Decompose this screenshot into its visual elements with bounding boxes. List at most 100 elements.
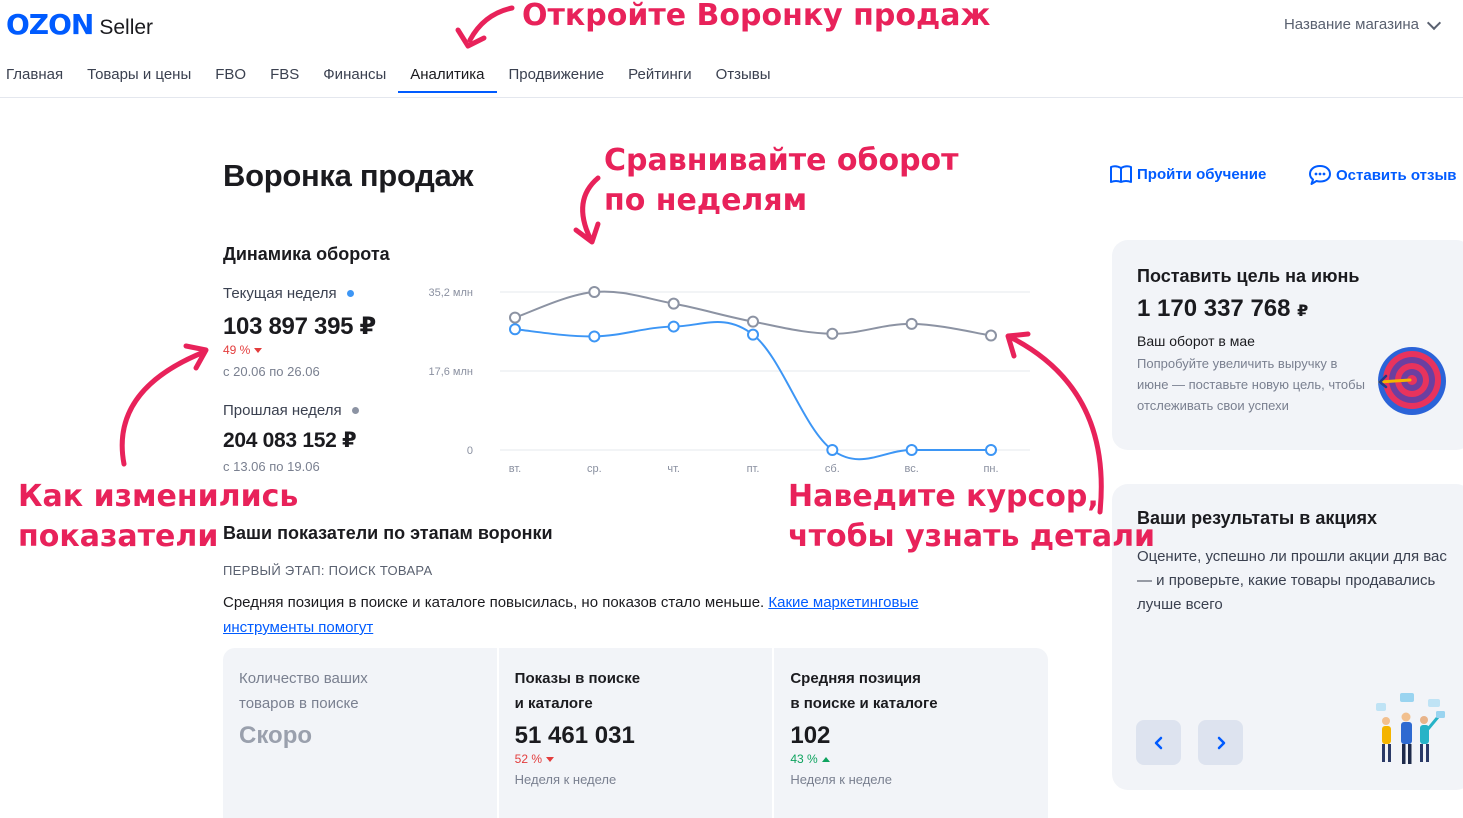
training-link[interactable]: Пройти обучение (1109, 164, 1266, 184)
previous-week-label: Прошлая неделя (223, 402, 342, 419)
annotation-compare-line2: по неделям (604, 183, 808, 218)
funnel-cards: Количество ваших товаров в поиске Скоро … (223, 648, 1049, 818)
chevron-right-icon (1217, 736, 1225, 749)
carousel-prev-button[interactable] (1136, 720, 1181, 765)
training-link-label: Пройти обучение (1137, 165, 1267, 183)
card-value: Скоро (239, 722, 313, 749)
card-title: Количество ваших товаров в поиске (239, 670, 368, 712)
data-point (826, 327, 839, 340)
current-week-value: 103 897 395 ₽ (223, 313, 376, 340)
arrow-up-icon (821, 756, 830, 762)
annotation-indicators-line2: показатели (18, 519, 219, 554)
arrow-to-chart-icon (580, 175, 601, 241)
data-point (985, 444, 997, 456)
series-line-1 (514, 321, 991, 461)
chat-bubble-icon (1309, 165, 1331, 185)
book-icon (1110, 165, 1132, 183)
nav-ratings[interactable]: Рейтинги (616, 66, 703, 93)
card-value: 51 461 031 (514, 722, 635, 749)
nav-promotion[interactable]: Продвижение (497, 66, 617, 93)
current-week-change-value: 49 % (223, 343, 251, 357)
x-tick-label: сб. (825, 463, 840, 475)
target-icon (1378, 347, 1446, 415)
funnel-description-text: Средняя позиция в поиске и каталоге повы… (223, 594, 769, 611)
data-point (509, 323, 521, 336)
previous-week-dot (351, 407, 359, 414)
x-tick-label: вс. (905, 463, 919, 475)
people-illustration (1376, 693, 1445, 764)
funnel-stage: ПЕРВЫЙ ЭТАП: ПОИСК ТОВАРА (223, 563, 433, 578)
card-change-value: 43 % (790, 752, 818, 766)
chevron-down-icon (1426, 15, 1442, 30)
promo-results-panel: Ваши результаты в акциях Оцените, успешн… (1112, 484, 1463, 790)
card-average-position[interactable]: Средняя позиция в поиске и каталоге 102 … (774, 648, 1049, 818)
dynamics-title: Динамика оборота (223, 244, 390, 264)
main-nav: Главная Товары и цены FBO FBS Финансы Ан… (6, 66, 783, 93)
data-point (509, 311, 521, 324)
shop-name: Название магазина (1283, 16, 1419, 33)
card-change-value: 52 % (514, 752, 543, 766)
carousel-next-button[interactable] (1198, 720, 1243, 765)
card-impressions[interactable]: Показы в поиске и каталоге 51 461 031 52… (498, 648, 773, 818)
chevron-left-icon (1154, 736, 1162, 749)
funnel-description: Средняя позиция в поиске и каталоге повы… (223, 590, 1013, 640)
funnel-title: Ваши показатели по этапам воронки (223, 523, 553, 543)
x-tick-label: пт. (747, 463, 760, 475)
logo-brand: OZON (6, 8, 94, 41)
promo-panel-text: Оцените, успешно ли прошли акции для вас… (1137, 548, 1447, 613)
promo-panel-title: Ваши результаты в акциях (1137, 508, 1378, 528)
arrow-down-icon (546, 756, 555, 762)
goal-amount-row: 1 170 337 768 ₽ (1137, 295, 1447, 323)
card-products-in-search[interactable]: Количество ваших товаров в поиске Скоро (223, 648, 497, 818)
goal-panel[interactable]: Поставить цель на июнь 1 170 337 768 ₽ В… (1112, 240, 1463, 450)
current-week-change: 49 % (223, 343, 263, 357)
nav-analytics[interactable]: Аналитика (398, 66, 497, 93)
x-tick-label: вт. (509, 463, 521, 475)
data-point (747, 328, 759, 341)
y-tick-label: 17,6 млн (428, 366, 473, 378)
turnover-chart[interactable]: 35,2 млн 17,6 млн 0 вт. ср. чт. пт. сб. вс. пн. (415, 282, 1045, 482)
annotation-hover-line1: Наведите курсор, (788, 479, 1099, 514)
card-change: 52 % (515, 752, 757, 766)
feedback-link-label: Оставить отзыв (1336, 166, 1457, 184)
data-point (985, 329, 997, 342)
goal-currency: ₽ (1297, 303, 1309, 320)
shop-selector[interactable]: Название магазина (1283, 15, 1442, 33)
nav-home[interactable]: Главная (6, 66, 75, 93)
arrow-to-analytics-icon (467, 5, 515, 43)
data-point (905, 317, 918, 330)
card-value: 102 (790, 722, 831, 749)
nav-finance[interactable]: Финансы (311, 66, 398, 93)
nav-divider (0, 97, 1463, 98)
annotation-compare-line1: Сравнивайте оборот (604, 143, 959, 178)
x-tick-label: пн. (983, 463, 998, 475)
x-tick-label: ср. (587, 463, 602, 475)
page-title: Воронка продаж (223, 158, 474, 193)
annotation-hover-line2: чтобы узнать детали (788, 519, 1156, 554)
goal-panel-title: Поставить цель на июнь (1137, 266, 1360, 286)
ozon-seller-logo[interactable]: OZON Seller (6, 8, 153, 41)
x-tick-label: чт. (667, 463, 680, 475)
arrow-down-icon (254, 347, 263, 353)
data-point (905, 444, 918, 456)
nav-products-prices[interactable]: Товары и цены (75, 66, 203, 93)
arrow-to-indicators-icon (119, 349, 207, 467)
current-week-label-row: Текущая неделя (223, 285, 354, 302)
data-point (826, 444, 839, 456)
nav-fbo[interactable]: FBO (203, 66, 258, 93)
card-title: Средняя позиция в поиске и каталоге (790, 670, 938, 712)
nav-fbs[interactable]: FBS (258, 66, 311, 93)
card-subtitle: Неделя к неделе (514, 772, 617, 787)
feedback-link[interactable]: Оставить отзыв (1308, 164, 1457, 186)
nav-reviews[interactable]: Отзывы (704, 66, 783, 93)
annotation-indicators-line1: Как изменились (18, 479, 299, 514)
current-week-label: Текущая неделя (223, 285, 337, 302)
logo-product: Seller (99, 16, 154, 39)
previous-week-label-row: Прошлая неделя (223, 402, 359, 419)
data-point (667, 297, 680, 310)
data-point (667, 320, 680, 333)
goal-amount: 1 170 337 768 (1137, 295, 1291, 322)
annotation-open-funnel: Откройте Воронку продаж (522, 0, 991, 33)
previous-week-period: с 13.06 по 19.06 (223, 459, 320, 474)
current-week-dot (346, 290, 354, 297)
